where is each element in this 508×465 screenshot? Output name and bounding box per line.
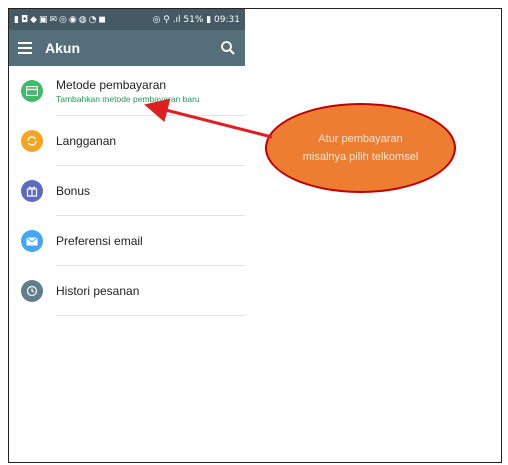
annotation-text: Atur pembayaran misalnya pilih telkomsel: [302, 133, 419, 163]
list-item-langganan[interactable]: Langganan: [9, 116, 245, 166]
list-item-bonus[interactable]: Bonus: [9, 166, 245, 216]
list-item-label: Langganan: [56, 134, 117, 148]
status-bar: ▮◘◆▣✉◎◉◍◔◼ ◎ ⚲ .ıl 51% ▮ 09:31: [9, 9, 245, 30]
list-item-histori-pesanan[interactable]: Histori pesanan: [9, 266, 245, 316]
divider: [56, 315, 245, 316]
search-icon[interactable]: [220, 40, 236, 56]
list-item-label: Histori pesanan: [56, 284, 140, 298]
status-notification-icons: ▮◘◆▣✉◎◉◍◔◼: [14, 14, 108, 25]
page-title: Akun: [45, 40, 80, 56]
list-item-label: Preferensi email: [56, 234, 143, 248]
list-item-metode-pembayaran[interactable]: Metode pembayaran Tambahkan metode pemba…: [9, 66, 245, 116]
list-item-label: Metode pembayaran: [56, 78, 167, 92]
app-bar: Akun: [9, 30, 245, 66]
hamburger-icon[interactable]: [18, 42, 32, 54]
mail-icon: [21, 230, 43, 252]
annotation-callout: Atur pembayaran misalnya pilih telkomsel: [265, 103, 456, 193]
list-item-preferensi-email[interactable]: Preferensi email: [9, 216, 245, 266]
gift-icon: [21, 180, 43, 202]
refresh-icon: [21, 130, 43, 152]
list-item-label: Bonus: [56, 184, 91, 198]
credit-card-icon: [21, 80, 43, 102]
status-right-info: ◎ ⚲ .ıl 51% ▮ 09:31: [152, 14, 240, 25]
list-item-sublabel: Tambahkan metode pembayaran baru: [56, 94, 200, 104]
account-menu-list: Metode pembayaran Tambahkan metode pemba…: [9, 66, 245, 316]
history-icon: [21, 280, 43, 302]
